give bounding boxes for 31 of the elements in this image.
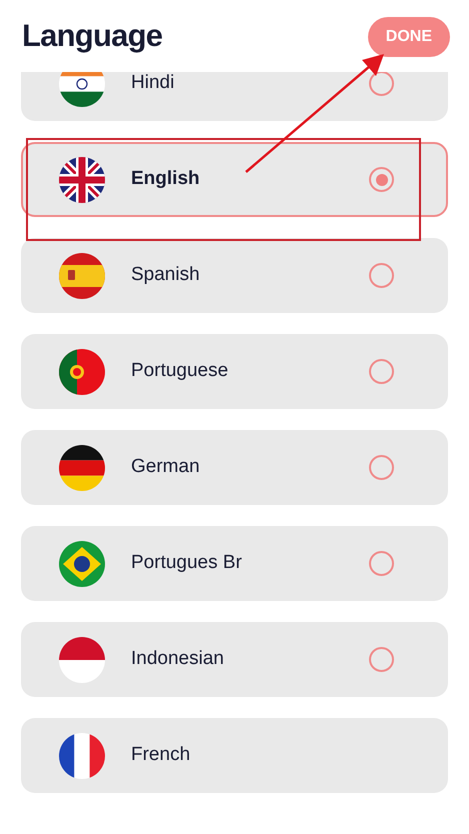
- language-name: Indonesian: [131, 647, 224, 672]
- language-option[interactable]: Hindi: [21, 72, 448, 121]
- language-name: English: [131, 167, 200, 192]
- language-name: German: [131, 455, 200, 480]
- radio-button[interactable]: [369, 167, 394, 192]
- spain-flag-icon: [59, 252, 105, 298]
- india-flag-icon: [59, 72, 105, 106]
- france-flag-icon: [59, 732, 105, 778]
- language-option[interactable]: Portugues Br: [21, 526, 448, 601]
- page-title: Language: [22, 16, 162, 55]
- language-option[interactable]: Indonesian: [21, 622, 448, 697]
- radio-button[interactable]: [369, 263, 394, 288]
- brazil-flag-icon: [59, 540, 105, 586]
- portugal-flag-icon: [59, 348, 105, 394]
- language-name: Spanish: [131, 263, 200, 288]
- radio-button[interactable]: [369, 551, 394, 576]
- radio-button[interactable]: [369, 455, 394, 480]
- language-name: Portuguese: [131, 359, 228, 384]
- radio-button[interactable]: [369, 647, 394, 672]
- indonesia-flag-icon: [59, 636, 105, 682]
- language-option[interactable]: Spanish: [21, 238, 448, 313]
- germany-flag-icon: [59, 444, 105, 490]
- language-option[interactable]: German: [21, 430, 448, 505]
- language-name: Portugues Br: [131, 551, 242, 576]
- union-jack-flag-icon: [59, 156, 105, 202]
- language-name: French: [131, 743, 190, 768]
- language-name: Hindi: [131, 72, 174, 96]
- language-option[interactable]: Portuguese: [21, 334, 448, 409]
- language-option[interactable]: French: [21, 718, 448, 793]
- radio-button[interactable]: [369, 359, 394, 384]
- language-option[interactable]: English: [21, 142, 448, 217]
